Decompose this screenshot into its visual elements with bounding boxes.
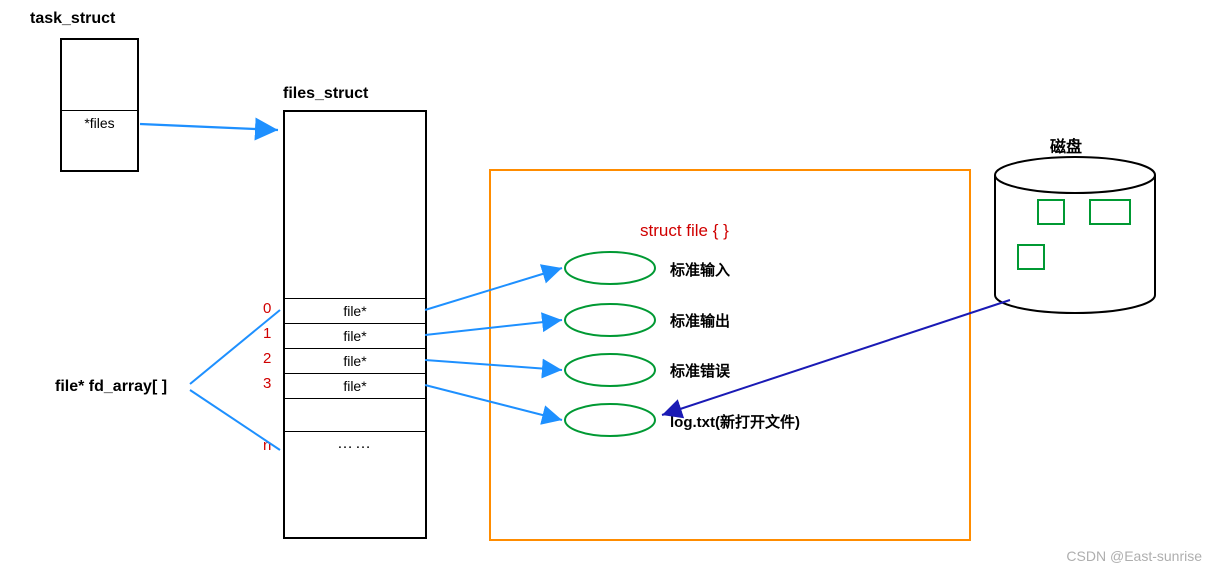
fd-index-n: n bbox=[263, 437, 271, 454]
disk-file-3 bbox=[1018, 245, 1044, 269]
disk-file-1 bbox=[1038, 200, 1064, 224]
fd-index-3: 3 bbox=[263, 375, 271, 392]
fd-index-0: 0 bbox=[263, 300, 271, 317]
diagram-svg bbox=[0, 0, 1210, 570]
line-fdarray-top bbox=[190, 310, 280, 384]
fd-row-1: file* bbox=[285, 324, 425, 349]
fd-index-1: 1 bbox=[263, 325, 271, 342]
label-fd-array: file* fd_array[ ] bbox=[55, 378, 167, 396]
title-task-struct: task_struct bbox=[30, 10, 115, 28]
ellipse-stderr bbox=[565, 354, 655, 386]
fd-index-2: 2 bbox=[263, 350, 271, 367]
disk-file-2 bbox=[1090, 200, 1130, 224]
fd-row-3: file* bbox=[285, 374, 425, 399]
title-files-struct: files_struct bbox=[283, 85, 368, 103]
label-stderr: 标准错误 bbox=[670, 360, 730, 381]
label-stdout: 标准输出 bbox=[670, 310, 730, 331]
fd-row-n: …… bbox=[285, 431, 425, 456]
container-box bbox=[490, 170, 970, 540]
label-stdin: 标准输入 bbox=[670, 259, 730, 280]
arrow-fd0 bbox=[425, 268, 562, 310]
arrow-fd3 bbox=[425, 385, 562, 420]
fd-row-2: file* bbox=[285, 349, 425, 374]
ellipse-stdout bbox=[565, 304, 655, 336]
title-disk: 磁盘 bbox=[1050, 133, 1082, 157]
fd-row-0: file* bbox=[285, 298, 425, 324]
arrow-fd1 bbox=[425, 320, 562, 335]
disk-icon bbox=[995, 157, 1155, 313]
ellipse-logtxt bbox=[565, 404, 655, 436]
task-struct-files-ptr: *files bbox=[62, 110, 137, 135]
label-struct-file: struct file { } bbox=[640, 221, 729, 241]
files-struct-box: file* file* file* file* …… bbox=[283, 110, 427, 539]
task-struct-box: *files bbox=[60, 38, 139, 172]
label-logtxt: log.txt(新打开文件) bbox=[670, 411, 800, 432]
ellipse-stdin bbox=[565, 252, 655, 284]
arrow-task-to-files bbox=[140, 124, 278, 130]
arrow-fd2 bbox=[425, 360, 562, 370]
watermark: CSDN @East-sunrise bbox=[1066, 548, 1202, 564]
